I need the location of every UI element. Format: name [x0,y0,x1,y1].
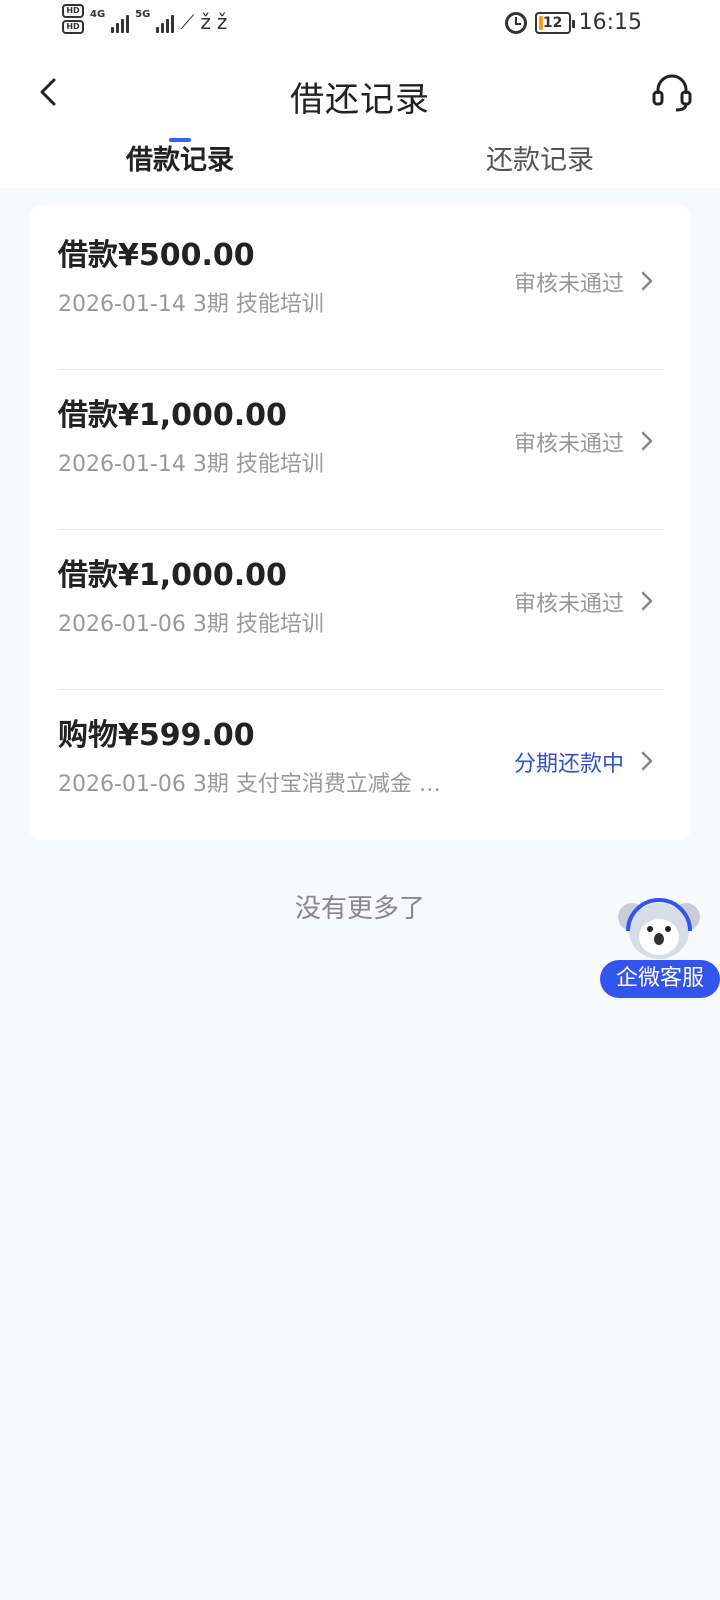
signal-icon [156,11,175,33]
record-status: 审核未通过 [513,432,624,457]
record-status: 审核未通过 [513,272,624,297]
header: 借还记录 借款记录 还款记录 [0,48,720,188]
record-amount: 借款¥1,000.00 [58,398,287,433]
tab-repay-records[interactable]: 还款记录 [420,138,660,177]
record-item[interactable]: 购物¥599.00 2026-01-06 3期 支付宝消费立减金 消... 分期… [58,686,664,850]
record-status: 审核未通过 [513,592,624,617]
record-meta: 2026-01-06 3期 技能培训 [58,612,324,637]
records-card: 借款¥500.00 2026-01-14 3期 技能培训 审核未通过 借款¥1,… [30,206,690,840]
headset-icon [652,74,692,112]
koala-mascot-icon [618,898,700,959]
record-meta: 2026-01-14 3期 技能培训 [58,452,324,477]
floating-service-label: 企微客服 [600,960,720,998]
signal-icon [111,11,130,33]
tab-borrow-records[interactable]: 借款记录 [60,138,300,177]
battery-level: 12 [542,14,563,31]
record-amount: 借款¥500.00 [58,238,255,273]
status-time: 16:15 [578,10,642,35]
record-meta: 2026-01-06 3期 支付宝消费立减金 消... [58,772,458,797]
record-amount: 购物¥599.00 [58,718,255,753]
app-notification-icon: ž [200,10,211,34]
status-right: 12 16:15 [504,10,642,35]
hd-icon: HD [62,4,84,18]
app-notification-icon: ž [216,10,228,34]
status-bar: HD HD 4G 5G ⟋ ž ž 12 16:15 [0,0,720,48]
chevron-right-icon [641,591,653,611]
record-item[interactable]: 借款¥500.00 2026-01-14 3期 技能培训 审核未通过 [58,206,664,370]
hd-icon: HD [62,20,84,34]
network-type-label: 5G [135,9,151,20]
chevron-right-icon [641,271,653,291]
active-tab-indicator [169,138,191,142]
chevron-right-icon [641,431,653,451]
alarm-icon [504,11,527,34]
battery-icon: 12 [534,11,575,34]
record-status: 分期还款中 [513,752,624,777]
record-item[interactable]: 借款¥1,000.00 2026-01-14 3期 技能培训 审核未通过 [58,366,664,530]
floating-service-button[interactable]: 企微客服 [600,895,720,1005]
record-amount: 借款¥1,000.00 [58,558,287,593]
hd-indicators: HD HD [62,4,84,34]
record-meta: 2026-01-14 3期 技能培训 [58,292,324,317]
page-title: 借还记录 [290,80,430,120]
chevron-right-icon [641,751,653,771]
tab-bar: 借款记录 还款记录 [0,138,720,188]
wifi-icon: ⟋ [180,10,195,34]
status-left: HD HD 4G 5G ⟋ ž ž [62,4,227,34]
network-type-label: 4G [90,9,106,20]
customer-service-button[interactable] [650,70,694,114]
record-item[interactable]: 借款¥1,000.00 2026-01-06 3期 技能培训 审核未通过 [58,526,664,690]
